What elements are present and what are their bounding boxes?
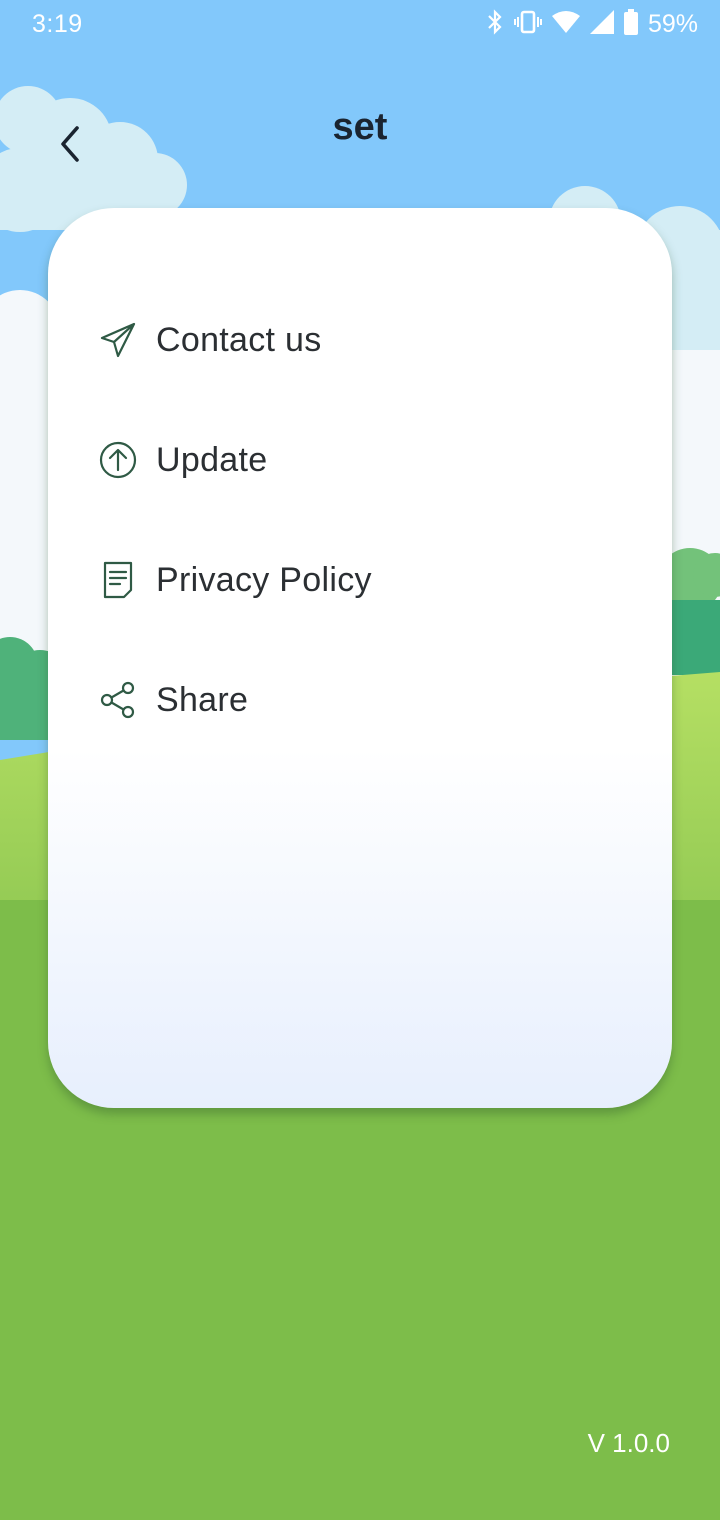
status-time: 3:19	[32, 10, 83, 38]
document-icon	[96, 558, 140, 602]
share-icon	[96, 678, 140, 722]
menu-item-privacy-policy[interactable]: Privacy Policy	[96, 540, 636, 620]
bluetooth-icon	[486, 8, 504, 41]
version-text: V 1.0.0	[587, 1428, 670, 1458]
menu-item-contact-us[interactable]: Contact us	[96, 300, 636, 380]
menu-item-share[interactable]: Share	[96, 660, 636, 740]
menu-item-label: Share	[156, 680, 249, 719]
page-title: set	[332, 106, 388, 148]
arrow-up-circle-icon	[96, 438, 140, 482]
status-bar: 3:19 59%	[0, 0, 720, 50]
menu-item-update[interactable]: Update	[96, 420, 636, 500]
wifi-icon	[551, 10, 580, 39]
menu-item-label: Update	[156, 440, 268, 479]
battery-percent: 59%	[647, 9, 698, 38]
cell-signal-icon	[589, 9, 614, 39]
battery-icon	[623, 8, 638, 40]
menu-item-label: Privacy Policy	[156, 560, 372, 599]
send-icon	[96, 318, 140, 362]
settings-card: Contact us Update Privacy Policy Share	[48, 208, 672, 1108]
vibrate-icon	[513, 8, 542, 41]
menu-item-label: Contact us	[156, 320, 322, 359]
settings-screen: 3:19 59% set Contact us Update Privacy P…	[0, 0, 720, 1520]
status-icons: 59%	[486, 8, 698, 40]
